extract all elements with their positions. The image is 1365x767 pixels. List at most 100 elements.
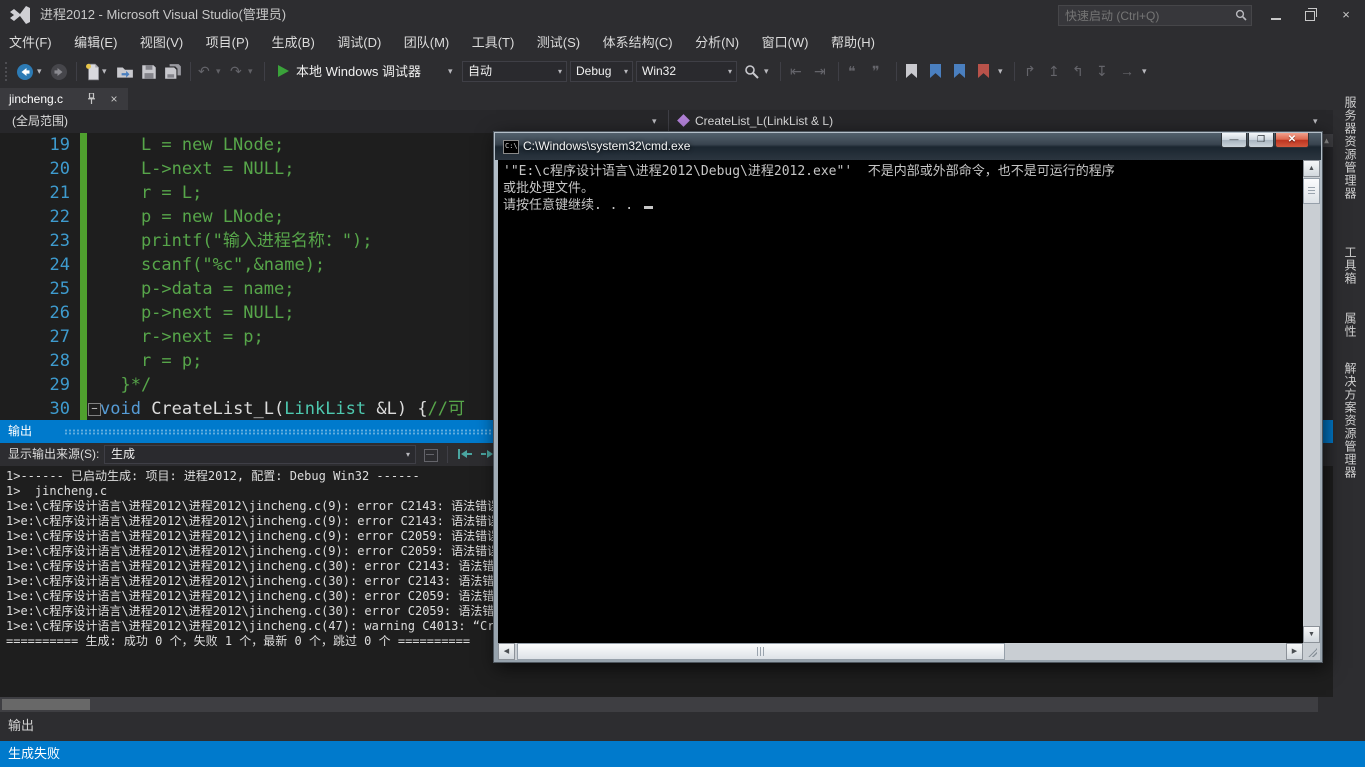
undo-dropdown[interactable]: ▾ — [216, 62, 221, 81]
output-panel-title: 输出 — [8, 420, 32, 443]
menu-test[interactable]: 测试(S) — [528, 30, 589, 55]
scrollbar-thumb[interactable] — [2, 699, 90, 710]
scroll-up-icon[interactable]: ▲ — [1303, 160, 1320, 177]
cmd-maximize-button[interactable]: ❐ — [1248, 133, 1274, 148]
output-line: 1>e:\c程序设计语言\进程2012\进程2012\jincheng.c(47… — [6, 619, 545, 634]
close-button[interactable]: × — [1332, 0, 1360, 30]
line-number: 19 — [0, 133, 70, 157]
scrollbar-thumb[interactable] — [517, 643, 1005, 660]
navigate-backward-dropdown[interactable]: ▾ — [37, 62, 42, 81]
prev-bookmark-icon[interactable] — [930, 64, 941, 78]
step-icon-3[interactable]: ↰ — [1072, 61, 1084, 81]
scrollbar-thumb[interactable] — [1303, 178, 1320, 204]
menu-view[interactable]: 视图(V) — [131, 30, 192, 55]
cmd-horizontal-scrollbar[interactable]: ◀ ▶ — [498, 643, 1303, 660]
toggle-bookmark-icon[interactable] — [906, 64, 917, 78]
output-line: 1>------ 已启动生成: 项目: 进程2012, 配置: Debug Wi… — [6, 469, 420, 484]
tab-close-icon[interactable]: × — [106, 88, 122, 110]
main-toolbar: ▾ ▾ ↶ ▾ ↷ ▾ 本地 — [0, 55, 1365, 88]
menu-analyze[interactable]: 分析(N) — [686, 30, 748, 55]
menu-build[interactable]: 生成(B) — [262, 30, 323, 55]
start-debug-icon[interactable] — [278, 65, 289, 77]
solution-platform-combo[interactable]: Win32▾ — [636, 61, 737, 82]
solution-config-combo[interactable]: Debug▾ — [570, 61, 633, 82]
redo-button[interactable]: ↷ — [230, 61, 242, 81]
line-number: 27 — [0, 325, 70, 349]
cmd-minimize-button[interactable]: — — [1221, 133, 1247, 148]
undo-button[interactable]: ↶ — [198, 61, 210, 81]
find-message-icon[interactable] — [424, 449, 438, 462]
navigate-forward-button[interactable] — [50, 63, 68, 81]
toolbar-overflow-2[interactable]: ▾ — [998, 62, 1003, 81]
scroll-down-icon[interactable]: ▼ — [1303, 626, 1320, 643]
scroll-right-icon[interactable]: ▶ — [1286, 643, 1303, 660]
step-icon-1[interactable]: ↱ — [1024, 61, 1036, 81]
menu-team[interactable]: 团队(M) — [395, 30, 459, 55]
restore-button[interactable] — [1296, 0, 1324, 30]
menu-edit[interactable]: 编辑(E) — [65, 30, 126, 55]
tool-tab-server-explorer[interactable]: 服务器资源管理器 — [1342, 96, 1359, 200]
open-file-button[interactable] — [116, 63, 134, 81]
resize-grip[interactable] — [1303, 643, 1320, 660]
tool-tab-solution-explorer[interactable]: 解决方案资源管理器 — [1342, 362, 1359, 479]
line-number: 23 — [0, 229, 70, 253]
save-button[interactable] — [140, 63, 158, 81]
build-status-text: 生成失败 — [8, 741, 60, 767]
output-source-combo[interactable]: 生成▾ — [104, 445, 416, 464]
line-number: 20 — [0, 157, 70, 181]
debug-target-dropdown[interactable]: ▾ — [448, 62, 453, 81]
code-line: }*/ — [100, 373, 151, 397]
minimize-button[interactable] — [1262, 0, 1290, 30]
tab-output[interactable]: 输出 — [8, 712, 34, 739]
new-file-button[interactable] — [84, 63, 102, 81]
next-bookmark-icon[interactable] — [954, 64, 965, 78]
quick-launch-input[interactable] — [1063, 6, 1227, 25]
navigate-fwd-scope-icon[interactable]: ⇥ — [814, 61, 826, 81]
scope-dropdown[interactable]: (全局范围) ▾ — [0, 110, 668, 133]
menu-window[interactable]: 窗口(W) — [753, 30, 818, 55]
cmd-titlebar[interactable]: C:\ C:\Windows\system32\cmd.exe — [495, 133, 1321, 160]
toolbar-overflow-3[interactable]: ▾ — [1142, 62, 1147, 81]
comment-icon[interactable]: ❝ — [848, 61, 856, 81]
step-icon-5[interactable]: → — [1120, 61, 1134, 81]
tab-jincheng-c[interactable]: jincheng.c × — [0, 88, 128, 110]
cmd-close-button[interactable]: ✕ — [1275, 133, 1309, 148]
cmd-window[interactable]: C:\ C:\Windows\system32\cmd.exe — ❐ ✕ '"… — [493, 131, 1323, 663]
navigate-back-scope-icon[interactable]: ⇤ — [790, 61, 802, 81]
output-horizontal-scrollbar[interactable] — [0, 697, 1318, 712]
redo-dropdown[interactable]: ▾ — [248, 62, 253, 81]
clear-bookmarks-icon[interactable] — [978, 64, 989, 78]
member-dropdown[interactable]: CreateList_L(LinkList & L) ▾ — [668, 110, 1334, 133]
output-line: 1>e:\c程序设计语言\进程2012\进程2012\jincheng.c(30… — [6, 604, 535, 619]
search-icon — [1235, 9, 1247, 21]
save-all-button[interactable] — [164, 63, 182, 81]
prev-message-icon[interactable] — [458, 449, 473, 460]
output-line: 1>e:\c程序设计语言\进程2012\进程2012\jincheng.c(30… — [6, 574, 552, 589]
menu-architecture[interactable]: 体系结构(C) — [594, 30, 682, 55]
navigate-backward-button[interactable] — [16, 63, 34, 81]
pin-icon[interactable] — [86, 93, 97, 105]
toolbar-overflow-1[interactable]: ▾ — [764, 62, 769, 81]
debug-target-label[interactable]: 本地 Windows 调试器 — [296, 55, 421, 88]
menu-project[interactable]: 项目(P) — [197, 30, 258, 55]
step-icon-4[interactable]: ↧ — [1096, 61, 1108, 81]
auto-combo[interactable]: 自动▾ — [462, 61, 567, 82]
step-icon-2[interactable]: ↥ — [1048, 61, 1060, 81]
menu-debug[interactable]: 调试(D) — [328, 30, 390, 55]
uncomment-icon[interactable]: ❞ — [872, 61, 880, 81]
tool-tab-properties[interactable]: 属性 — [1342, 312, 1359, 338]
toolbar-grip[interactable] — [5, 62, 7, 81]
visual-studio-logo-icon — [10, 6, 30, 24]
menu-help[interactable]: 帮助(H) — [822, 30, 884, 55]
new-file-dropdown[interactable]: ▾ — [102, 62, 107, 81]
quick-launch-box[interactable] — [1058, 5, 1252, 26]
menu-tools[interactable]: 工具(T) — [463, 30, 524, 55]
document-tabstrip: jincheng.c × — [0, 88, 1333, 110]
tool-tab-toolbox[interactable]: 工具箱 — [1342, 246, 1359, 285]
scroll-left-icon[interactable]: ◀ — [498, 643, 515, 660]
menu-file[interactable]: 文件(F) — [0, 30, 61, 55]
output-line: 1>e:\c程序设计语言\进程2012\进程2012\jincheng.c(9)… — [6, 514, 545, 529]
find-in-files-icon[interactable] — [744, 64, 760, 80]
cmd-console[interactable]: '"E:\c程序设计语言\进程2012\Debug\进程2012.exe"' 不… — [498, 160, 1320, 660]
cmd-vertical-scrollbar[interactable]: ▲ ▼ — [1303, 160, 1320, 643]
